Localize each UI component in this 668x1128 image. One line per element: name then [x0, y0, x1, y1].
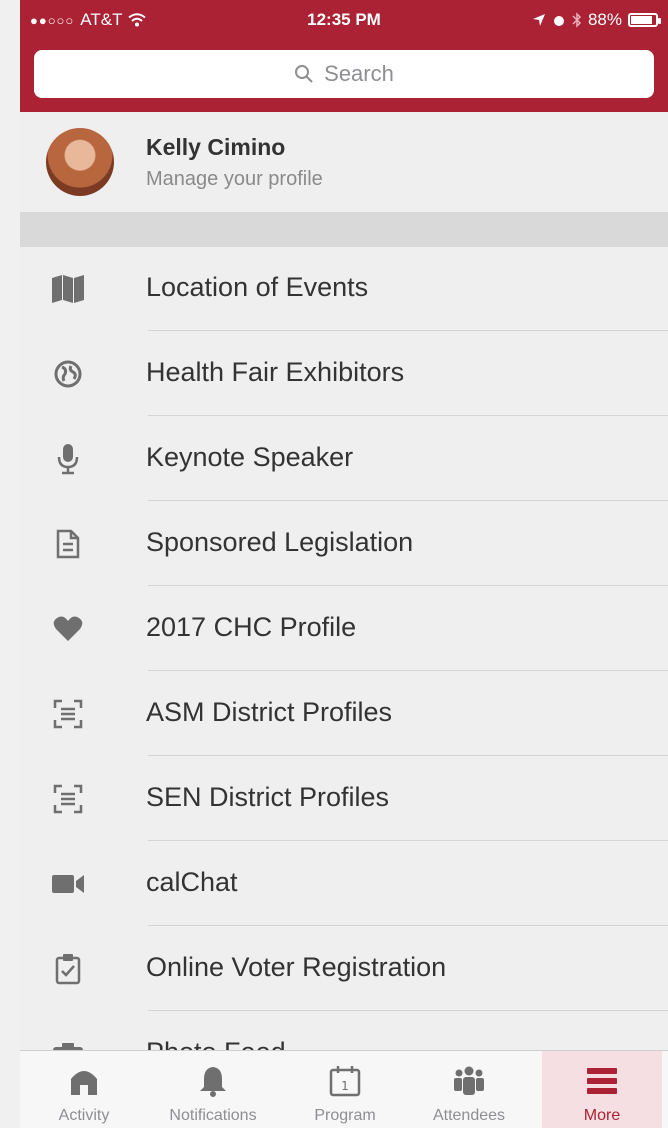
scan-text-icon [50, 781, 86, 817]
menu-icon [582, 1061, 622, 1101]
section-divider [20, 213, 668, 247]
tab-more[interactable]: More [542, 1051, 662, 1128]
battery-percent: 88% [587, 10, 622, 29]
search-icon [295, 65, 313, 83]
profile-name: Kelly Cimino [146, 134, 286, 160]
menu-item-keynote-speaker[interactable]: Keynote Speaker [20, 417, 668, 501]
tab-bar: Activity Notifications 1 Program Attende… [20, 1050, 668, 1128]
header: ●●○○○ AT&T 12:35 PM 88% Search [20, 0, 668, 112]
menu-list: Location of Events Health Fair Exhibitor… [20, 247, 668, 1067]
avatar [46, 128, 114, 196]
clipboard-check-icon [50, 951, 86, 987]
menu-item-online-voter-registration[interactable]: Online Voter Registration [20, 927, 668, 1011]
bluetooth-icon [572, 12, 582, 28]
menu-item-sponsored-legislation[interactable]: Sponsored Legislation [20, 502, 668, 586]
microphone-icon [50, 441, 86, 477]
profile-subtitle: Manage your profile [146, 168, 323, 190]
profile-row[interactable]: Kelly Cimino Manage your profile [20, 112, 668, 213]
people-icon [449, 1061, 489, 1101]
search-input[interactable]: Search [34, 50, 654, 98]
alarm-icon [553, 16, 564, 26]
home-icon [64, 1061, 104, 1101]
calendar-day: 1 [341, 1079, 349, 1093]
menu-item-health-fair-exhibitors[interactable]: Health Fair Exhibitors [20, 332, 668, 416]
video-camera-icon [50, 866, 86, 902]
menu-item-location-of-events[interactable]: Location of Events [20, 247, 668, 331]
menu-item-sen-district-profiles[interactable]: SEN District Profiles [20, 757, 668, 841]
document-icon [50, 526, 86, 562]
battery-icon [628, 13, 661, 27]
menu-item-calchat[interactable]: calChat [20, 842, 668, 926]
tab-program[interactable]: 1 Program [300, 1051, 390, 1128]
menu-item-asm-district-profiles[interactable]: ASM District Profiles [20, 672, 668, 756]
app-screen: ●●○○○ AT&T 12:35 PM 88% Search Kelly Cim… [20, 0, 668, 1128]
tab-attendees[interactable]: Attendees [418, 1051, 520, 1128]
heart-icon [50, 611, 86, 647]
menu-item-2017-chc-profile[interactable]: 2017 CHC Profile [20, 587, 668, 671]
tab-activity[interactable]: Activity [40, 1051, 128, 1128]
status-bar: ●●○○○ AT&T 12:35 PM 88% [20, 0, 668, 42]
search-placeholder: Search [324, 61, 394, 86]
calendar-icon: 1 [325, 1061, 365, 1101]
bell-icon [193, 1061, 233, 1101]
location-arrow-icon [532, 14, 545, 26]
globe-icon [50, 356, 86, 392]
map-icon [50, 271, 86, 307]
tab-notifications[interactable]: Notifications [146, 1051, 280, 1128]
scan-text-icon [50, 696, 86, 732]
